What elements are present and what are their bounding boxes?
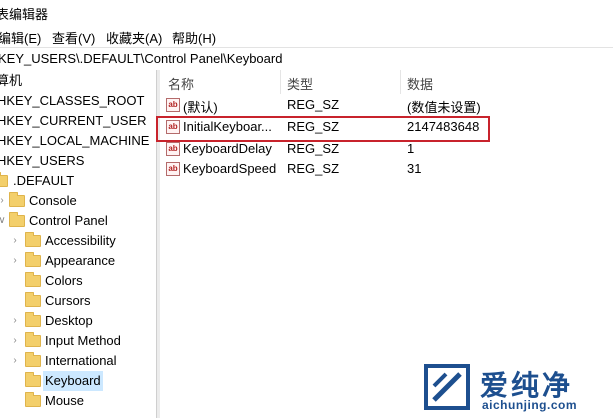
menu-help[interactable]: 帮助(H) (172, 28, 216, 47)
tree-item-label: Cursors (45, 293, 91, 308)
column-header-name[interactable]: 名称 (168, 74, 194, 93)
folder-icon (25, 292, 41, 307)
tree-item-label: Colors (45, 273, 83, 288)
folder-icon (25, 332, 41, 347)
value-type: REG_SZ (287, 141, 340, 156)
value-data: 31 (407, 161, 422, 176)
tree-item-label: Mouse (45, 393, 85, 408)
string-value-icon: ab (166, 162, 180, 176)
column-header-type[interactable]: 类型 (287, 74, 313, 93)
chevron-right-icon[interactable]: › (0, 191, 7, 211)
tree-item-label: Control Panel (29, 213, 108, 228)
folder-icon (0, 172, 8, 187)
highlight-annotation (156, 116, 490, 142)
folder-icon (25, 392, 41, 407)
value-name: KeyboardSpeed (183, 161, 277, 176)
column-header-data[interactable]: 数据 (407, 74, 433, 93)
column-divider[interactable] (400, 70, 401, 94)
chevron-right-icon[interactable]: › (10, 331, 20, 351)
folder-icon (9, 212, 25, 227)
window-title: 表编辑器 (0, 7, 49, 22)
folder-icon (25, 272, 41, 287)
tree-item-label: .DEFAULT (13, 173, 75, 188)
tree-item-label: HKEY_LOCAL_MACHINE (0, 133, 150, 148)
value-type: REG_SZ (287, 161, 340, 176)
tree-item-label: Desktop (45, 313, 93, 328)
menu-view[interactable]: 查看(V) (52, 28, 95, 47)
string-value-icon: ab (166, 98, 180, 112)
tree-item-label: Input Method (45, 333, 121, 348)
tree-item-label: HKEY_CURRENT_USER (0, 113, 147, 128)
value-type: REG_SZ (287, 97, 340, 112)
string-value-icon: ab (166, 142, 180, 156)
folder-icon (9, 192, 25, 207)
menu-favorites[interactable]: 收藏夹(A) (106, 28, 162, 47)
tree-item-label: Console (29, 193, 77, 208)
registry-tree[interactable]: 算机 HKEY_CLASSES_ROOT HKEY_CURRENT_USER H… (0, 70, 156, 418)
value-name: KeyboardDelay (183, 141, 272, 156)
title-bar: 表编辑器 (0, 0, 613, 26)
column-divider[interactable] (280, 70, 281, 94)
tree-item-label: Appearance (45, 253, 116, 268)
tree-item-label: Keyboard (43, 371, 103, 391)
table-row[interactable]: ab (默认) REG_SZ (数值未设置) (160, 95, 613, 116)
menu-edit[interactable]: 编辑(E) (0, 28, 41, 47)
chevron-down-icon[interactable]: ∨ (0, 211, 7, 231)
watermark-logo-icon (424, 364, 470, 410)
tree-item-label: HKEY_USERS (0, 153, 85, 168)
watermark-url: aichunjing.com (482, 398, 578, 412)
table-row[interactable]: ab KeyboardSpeed REG_SZ 31 (160, 159, 613, 180)
tree-item-label: International (45, 353, 117, 368)
table-row[interactable]: ab KeyboardDelay REG_SZ 1 (160, 139, 613, 160)
chevron-right-icon[interactable]: › (10, 251, 20, 271)
chevron-right-icon[interactable]: › (10, 231, 20, 251)
address-path[interactable]: KEY_USERS\.DEFAULT\Control Panel\Keyboar… (0, 51, 282, 66)
tree-item-label: Accessibility (45, 233, 116, 248)
tree-item-label: HKEY_CLASSES_ROOT (0, 93, 145, 108)
value-data: 1 (407, 141, 415, 156)
chevron-right-icon[interactable]: › (10, 351, 20, 371)
folder-icon (25, 372, 41, 387)
chevron-right-icon[interactable]: › (10, 311, 20, 331)
tree-root-label: 算机 (0, 73, 23, 88)
value-data: (数值未设置) (407, 100, 481, 115)
address-bar[interactable]: KEY_USERS\.DEFAULT\Control Panel\Keyboar… (0, 47, 613, 71)
menu-bar: 编辑(E) 查看(V) 收藏夹(A) 帮助(H) (0, 26, 613, 46)
folder-icon (25, 252, 41, 267)
folder-icon (25, 312, 41, 327)
value-name: (默认) (183, 100, 218, 115)
folder-icon (25, 352, 41, 367)
folder-icon (25, 232, 41, 247)
watermark: 爱纯净 aichunjing.com (418, 356, 613, 418)
